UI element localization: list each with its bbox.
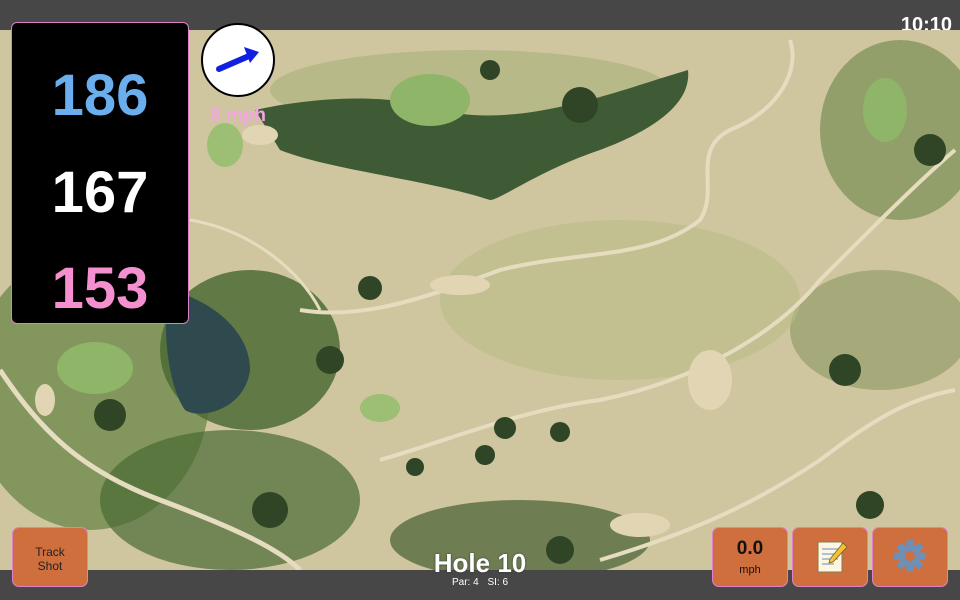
hole-stroke-index: SI: 6 xyxy=(487,577,509,588)
notepad-icon xyxy=(817,541,848,573)
settings-button[interactable] xyxy=(872,527,948,587)
front-distance: 153 xyxy=(51,256,149,321)
track-shot-button[interactable]: Track Shot xyxy=(12,527,88,587)
hole-info: Par: 4 SI: 6 xyxy=(380,577,580,588)
hole-par: Par: 4 xyxy=(451,577,479,588)
middle-distance: 167 xyxy=(51,160,149,225)
notes-button[interactable] xyxy=(792,527,868,587)
hole-title: Hole 10 xyxy=(433,548,527,578)
wind-direction-indicator xyxy=(201,23,275,97)
back-distance: 186 xyxy=(51,63,149,128)
track-shot-label-line1: Track xyxy=(35,545,65,559)
wind-speed-button[interactable]: 0.0 mph xyxy=(712,527,788,587)
wind-arrow-icon xyxy=(216,47,259,72)
wind-speed-label: 8 mph xyxy=(210,105,266,126)
wind-unit: mph xyxy=(739,564,761,576)
distance-panel: 186 167 153 xyxy=(11,22,189,324)
wind-value: 0.0 xyxy=(736,538,764,559)
gear-icon xyxy=(894,540,926,572)
track-shot-label-line2: Shot xyxy=(37,559,63,573)
